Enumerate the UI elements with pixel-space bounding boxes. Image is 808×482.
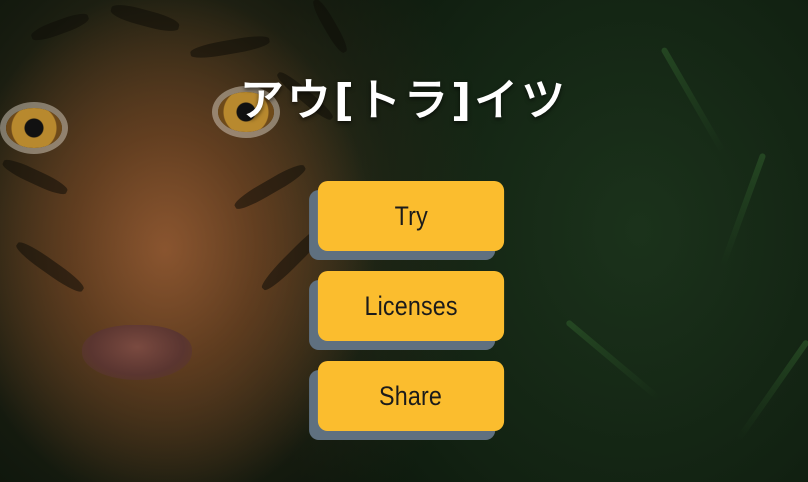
tiger-stripe — [29, 10, 91, 44]
foliage-leaf — [719, 152, 767, 268]
tiger-stripe — [189, 33, 271, 61]
tiger-stripe — [309, 0, 351, 55]
share-button[interactable]: Share — [317, 361, 505, 431]
tiger-stripe — [109, 1, 181, 35]
tiger-stripe — [0, 155, 70, 199]
foliage-leaf — [736, 339, 808, 441]
game-title: アウ[トラ]イツ — [239, 75, 569, 126]
foliage-leaf — [565, 319, 661, 401]
main-menu: Try Licenses Share — [316, 181, 506, 451]
tiger-stripe — [231, 160, 309, 214]
share-button-label: Share — [379, 380, 443, 411]
main-menu-screen: アウ[トラ]イツ Try Licenses Share — [0, 0, 808, 482]
licenses-button-label: Licenses — [364, 290, 458, 321]
tiger-stripe — [13, 238, 87, 296]
licenses-button[interactable]: Licenses — [317, 271, 505, 341]
try-button[interactable]: Try — [317, 181, 505, 251]
try-button-label: Try — [394, 200, 428, 231]
tiger-nose — [82, 325, 192, 380]
